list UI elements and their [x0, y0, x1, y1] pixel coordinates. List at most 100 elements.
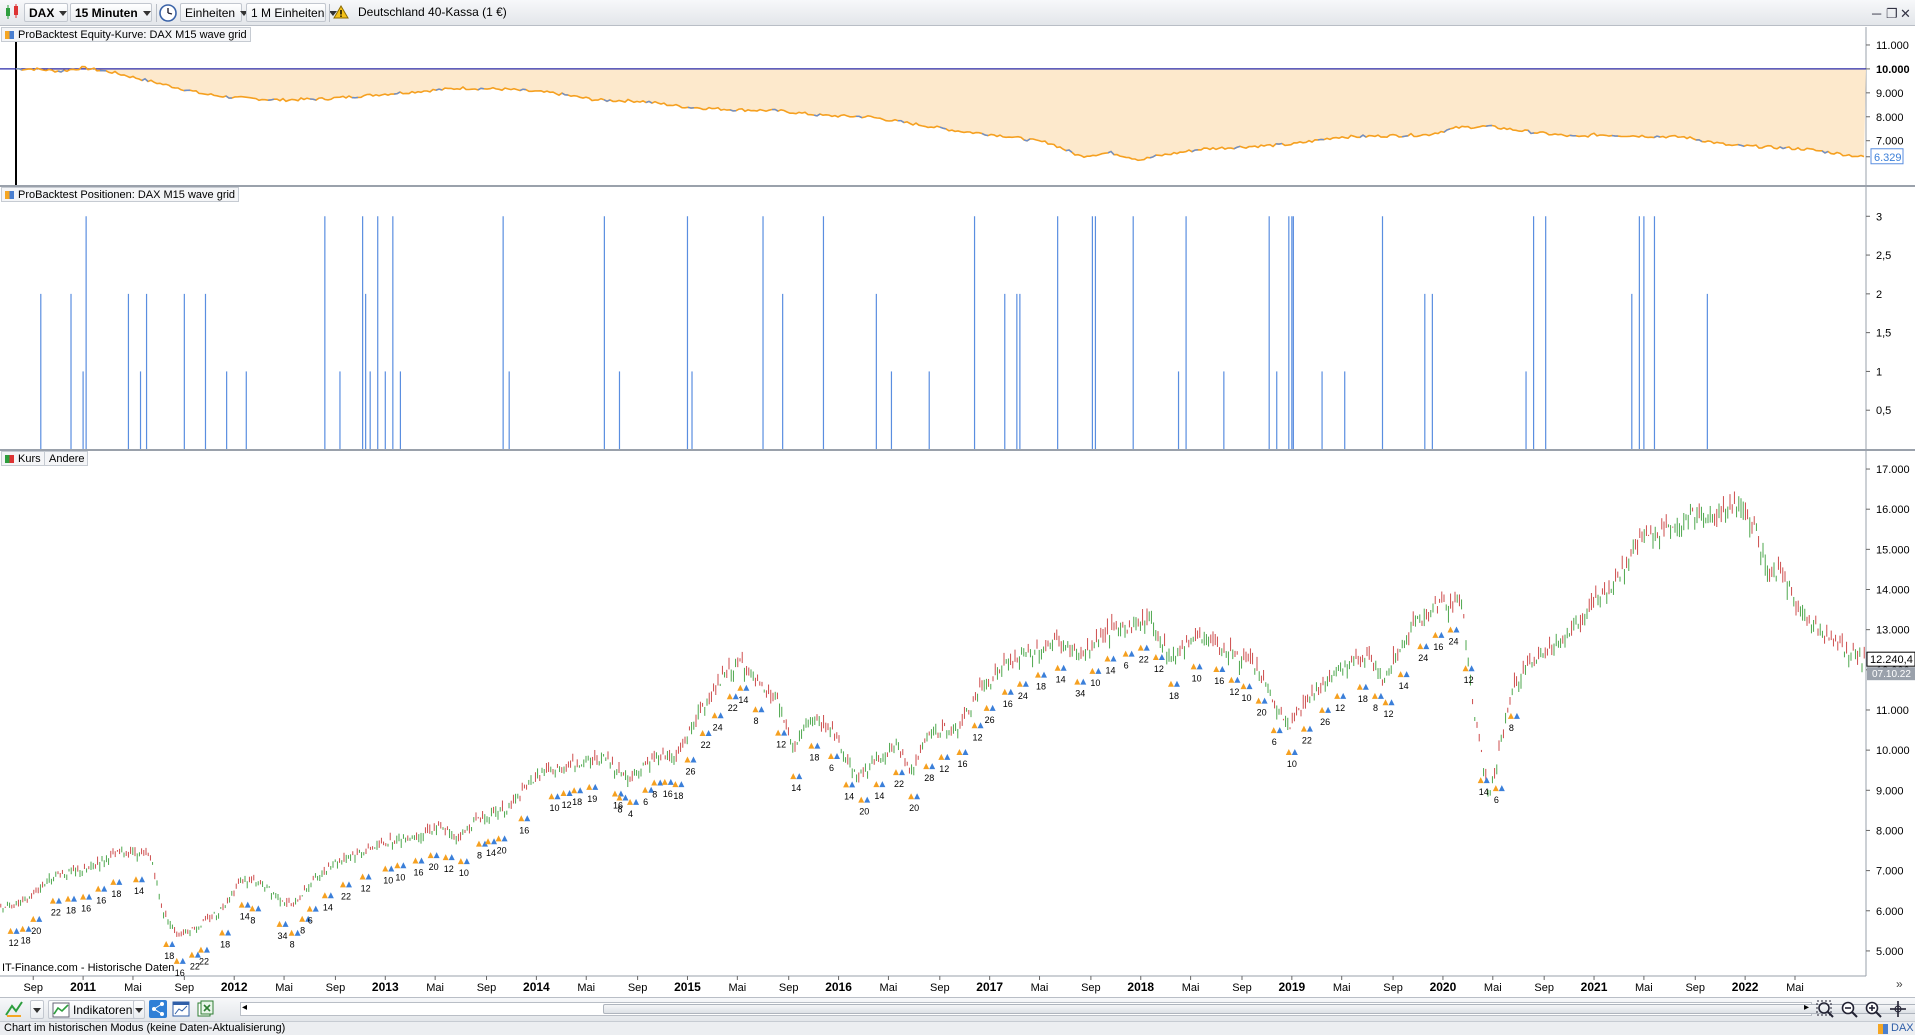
drawing-tools-dropdown[interactable] — [30, 1000, 44, 1019]
trade-count-label: 12 — [1154, 664, 1164, 674]
trade-count-label: 24 — [1448, 637, 1458, 647]
trade-exit-marker — [1340, 692, 1347, 699]
units-selector[interactable]: Einheiten — [180, 3, 249, 22]
warning-icon[interactable] — [333, 3, 351, 22]
trade-count-label: 12 — [361, 884, 371, 894]
timeframe-selector[interactable]: 15 Minuten — [70, 3, 152, 22]
price-chart[interactable]: 17.00016.00015.00014.00013.00012.00011.0… — [0, 451, 1915, 997]
trade-entry-marker — [1074, 678, 1081, 685]
price-tab-kurs[interactable]: Kurs — [1, 451, 45, 466]
time-axis-label: 2011 — [70, 980, 96, 994]
trade-entry-marker — [382, 865, 389, 872]
time-axis-label: Sep — [1383, 982, 1403, 994]
trade-entry-marker — [892, 769, 899, 776]
clock-icon[interactable] — [158, 3, 180, 22]
units-amount-selector[interactable]: 1 M Einheiten — [246, 3, 338, 22]
drawing-tools-icon[interactable] — [4, 1000, 26, 1019]
trade-count-label: 12 — [562, 800, 572, 810]
trade-count-label: 12 — [973, 732, 983, 742]
trade-entry-marker — [642, 786, 649, 793]
time-axis-label: Mai — [577, 982, 595, 994]
price-y-tick-label: 11.000 — [1876, 705, 1909, 717]
equity-panel-title[interactable]: ProBacktest Equity-Kurve: DAX M15 wave g… — [1, 27, 251, 42]
trade-exit-marker — [1483, 777, 1490, 784]
trade-exit-marker — [962, 749, 969, 756]
trade-count-label: 6 — [829, 763, 834, 773]
trade-exit-marker — [849, 781, 856, 788]
positions-y-tick-label: 1 — [1876, 366, 1882, 378]
trade-exit-marker — [116, 878, 123, 885]
trade-exit-marker — [977, 722, 984, 729]
trade-count-label: 10 — [1090, 678, 1100, 688]
trade-entry-marker — [611, 790, 618, 797]
zoom-fit-icon[interactable] — [1816, 1000, 1838, 1019]
time-axis-scroll-icon[interactable]: » — [1896, 977, 1903, 991]
trade-exit-marker — [1498, 785, 1505, 792]
trade-entry-marker — [457, 858, 464, 865]
positions-y-tick-label: 2,5 — [1876, 250, 1891, 262]
export-icon[interactable] — [196, 1000, 216, 1019]
trade-exit-marker — [345, 881, 352, 888]
chart-window-icon[interactable] — [172, 1000, 192, 1019]
trade-exit-marker — [1306, 725, 1313, 732]
share-icon[interactable] — [149, 1000, 169, 1019]
zoom-out-icon[interactable] — [1840, 1000, 1862, 1019]
trade-entry-marker — [1104, 655, 1111, 662]
instrument-selector[interactable]: DAX — [24, 3, 68, 22]
indicators-dropdown[interactable] — [133, 1000, 145, 1019]
trade-count-label: 14 — [1106, 665, 1116, 675]
trade-entry-marker — [808, 742, 815, 749]
trade-entry-marker — [1270, 727, 1277, 734]
candlestick-icon[interactable] — [2, 3, 24, 22]
trade-entry-marker — [684, 756, 691, 763]
trade-exit-marker — [327, 892, 334, 899]
trade-count-label: 18 — [572, 797, 582, 807]
price-tab-andere[interactable]: Andere — [44, 451, 89, 466]
trade-exit-marker — [944, 753, 951, 760]
equity-open-segment — [1401, 135, 1409, 138]
indicators-button[interactable]: Indikatoren — [48, 1000, 144, 1019]
scroll-right-icon[interactable]: ▸ — [1804, 1002, 1809, 1013]
trade-exit-marker — [1403, 671, 1410, 678]
chevron-down-icon — [59, 11, 68, 17]
trade-count-label: 6 — [308, 916, 313, 926]
time-axis-label: Mai — [1182, 982, 1200, 994]
trade-exit-marker — [1325, 706, 1332, 713]
equity-panel: 11.000 10.000 9.000 8.000 7.000 6.329 ProBack… — [0, 27, 1915, 185]
trade-entry-marker — [1462, 665, 1469, 672]
trade-entry-marker — [1477, 777, 1484, 784]
time-axis-label: Mai — [1333, 982, 1351, 994]
time-axis-label: Sep — [477, 982, 497, 994]
positions-y-tick-label: 0,5 — [1876, 405, 1891, 417]
trade-count-label: 18 — [164, 951, 174, 961]
trade-entry-marker — [321, 892, 328, 899]
trade-count-label: 16 — [175, 968, 185, 978]
trade-entry-marker — [1089, 667, 1096, 674]
trade-count-label: 22 — [199, 957, 209, 967]
trade-entry-marker — [651, 779, 658, 786]
minimize-icon[interactable]: ─ — [1872, 6, 1881, 21]
trade-entry-marker — [339, 881, 346, 888]
indicators-icon — [52, 1002, 70, 1018]
time-axis-label: Mai — [880, 982, 898, 994]
time-scrollbar[interactable]: ◂ ▸ — [240, 1002, 1915, 1016]
trade-count-label: 6 — [643, 797, 648, 807]
trade-exit-marker — [1095, 667, 1102, 674]
zoom-in-icon[interactable] — [1864, 1000, 1886, 1019]
equity-chart[interactable]: 11.000 10.000 9.000 8.000 7.000 6.329 — [0, 27, 1915, 185]
time-axis-label: 2021 — [1581, 980, 1608, 994]
time-axis-label: 2018 — [1127, 980, 1154, 994]
trade-entry-marker — [1001, 688, 1008, 695]
close-icon[interactable]: ✕ — [1900, 6, 1911, 22]
positions-chart[interactable]: 3 2,5 2 1,5 1 0,5 — [0, 187, 1915, 449]
crosshair-icon[interactable] — [1888, 1000, 1910, 1019]
trade-entry-marker — [1300, 725, 1307, 732]
restore-icon[interactable]: ❐ — [1886, 6, 1898, 22]
trade-entry-marker — [699, 729, 706, 736]
trade-entry-marker — [306, 905, 313, 912]
price-y-tick-label: 15.000 — [1876, 544, 1910, 556]
positions-panel-title[interactable]: ProBacktest Positionen: DAX M15 wave gri… — [1, 187, 240, 202]
scroll-left-icon[interactable]: ◂ — [242, 1002, 247, 1013]
time-scrollbar-thumb[interactable] — [603, 1004, 1915, 1014]
trade-exit-marker — [1423, 643, 1430, 650]
